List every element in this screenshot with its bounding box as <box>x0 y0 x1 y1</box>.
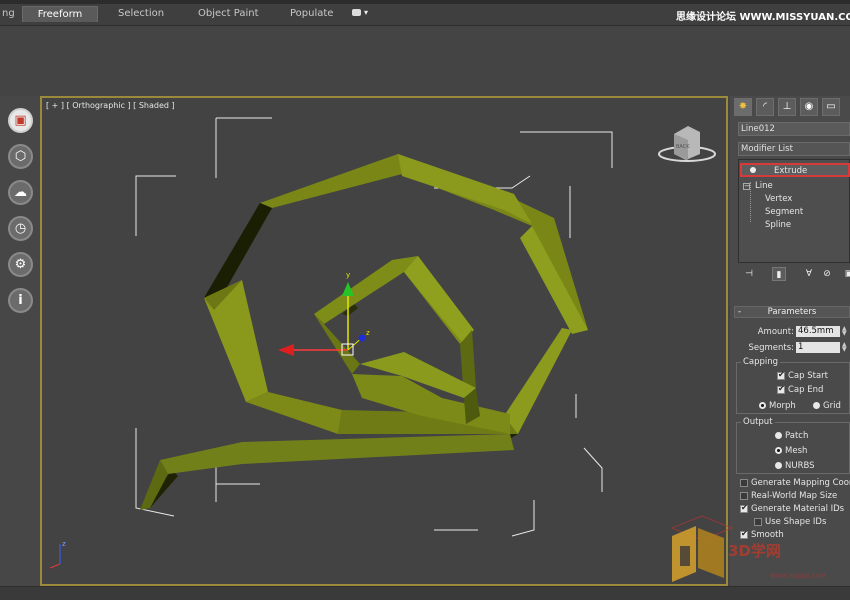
object-name-field[interactable]: Line012 <box>738 122 850 136</box>
brand-url: WWW.3DXUE.COM <box>770 573 826 580</box>
cube-icon[interactable]: ⬡ <box>8 144 33 169</box>
lightbulb-icon[interactable] <box>750 167 756 173</box>
segments-input[interactable]: 1 <box>796 342 840 353</box>
amount-input[interactable]: 46.5mm <box>796 326 840 337</box>
cap-start-checkbox[interactable]: Cap Start <box>777 370 828 381</box>
tab-object-paint[interactable]: Object Paint <box>192 6 265 22</box>
make-unique-icon[interactable]: ∀ <box>802 267 816 281</box>
tripod-z-label: z <box>62 540 66 548</box>
amount-spinner[interactable]: ▲ ▼ <box>842 326 848 337</box>
collapse-icon[interactable]: − <box>743 183 750 190</box>
brand-watermark: 3D学网 WWW.3DXUE.COM <box>666 512 836 584</box>
segments-spinner[interactable]: ▲ ▼ <box>842 342 848 353</box>
tab-freeform[interactable]: Freeform <box>22 6 98 22</box>
configure-sets-icon[interactable]: ▣ <box>842 267 850 281</box>
stack-tree-line <box>750 182 751 222</box>
stack-item-spline[interactable]: Spline <box>765 219 791 231</box>
box-icon[interactable]: ▣ <box>8 108 33 133</box>
show-end-result-icon[interactable]: ▮ <box>772 267 786 281</box>
segments-label: Segments: <box>748 343 794 353</box>
output-group: Output Patch Mesh NURBS <box>736 417 850 474</box>
stack-toolbar: ⊣ ▮ ∀ ⊘ ▣ <box>738 267 850 281</box>
create-tab-icon[interactable]: ✸ <box>734 98 752 116</box>
generate-mapping-checkbox[interactable]: Generate Mapping Coords. <box>740 478 850 488</box>
clock-icon[interactable]: ◷ <box>8 216 33 241</box>
pin-stack-icon[interactable]: ⊣ <box>742 267 756 281</box>
left-toolbar: ▣ ⬡ ☁ ◷ ⚙ i <box>0 96 40 600</box>
axis-tripod: z <box>49 540 66 569</box>
command-panel-tabs: ✸ ◜ ⊥ ◉ ▭ <box>732 98 850 116</box>
segments-row: Segments: 1 ▲ ▼ <box>738 342 850 354</box>
chevron-down-icon: ▾ <box>364 8 369 17</box>
motion-tab-icon[interactable]: ◉ <box>800 98 818 116</box>
parameters-rollout-header[interactable]: - Parameters <box>734 306 850 318</box>
nurbs-radio[interactable]: NURBS <box>775 461 815 471</box>
mesh-radio[interactable]: Mesh <box>775 446 807 456</box>
stack-item-line[interactable]: − Line <box>739 180 773 192</box>
hierarchy-tab-icon[interactable]: ⊥ <box>778 98 796 116</box>
patch-radio[interactable]: Patch <box>775 431 808 441</box>
cloud-icon[interactable]: ☁ <box>8 180 33 205</box>
ribbon-display-dropdown[interactable]: ▾ <box>352 8 368 17</box>
tab-populate[interactable]: Populate <box>284 6 339 22</box>
amount-label: Amount: <box>757 327 794 337</box>
ribbon-panel-area <box>0 27 850 96</box>
stack-item-vertex[interactable]: Vertex <box>765 193 792 205</box>
remove-modifier-icon[interactable]: ⊘ <box>820 267 834 281</box>
display-tab-icon[interactable]: ▭ <box>822 98 840 116</box>
ribbon-top-strip <box>0 0 850 4</box>
display-icon <box>352 9 361 16</box>
real-world-checkbox[interactable]: Real-World Map Size <box>740 491 837 501</box>
grid-radio[interactable]: Grid <box>813 401 841 411</box>
modifier-list-dropdown[interactable]: Modifier List <box>738 142 850 156</box>
viewport-scene: y z BACK z <box>49 117 716 569</box>
brand-text: 3D学网 <box>728 542 781 560</box>
morph-radio[interactable]: Morph <box>759 401 796 411</box>
status-strip <box>0 586 850 600</box>
collapse-icon: - <box>738 307 742 317</box>
viewcube: BACK <box>658 126 716 162</box>
capping-title: Capping <box>741 357 781 367</box>
tab-selection[interactable]: Selection <box>112 6 170 22</box>
amount-row: Amount: 46.5mm ▲ ▼ <box>738 326 850 338</box>
extruded-spiral <box>140 154 588 510</box>
stack-item-extrude[interactable]: Extrude <box>740 163 850 177</box>
output-title: Output <box>741 417 775 427</box>
stack-item-segment[interactable]: Segment <box>765 206 803 218</box>
ribbon: ng Freeform Selection Object Paint Popul… <box>0 0 850 26</box>
capping-group: Capping Cap Start Cap End Morph Grid <box>736 357 850 414</box>
gizmo-z-label: z <box>366 329 370 337</box>
cap-end-checkbox[interactable]: Cap End <box>777 384 823 395</box>
viewcube-label: BACK <box>676 144 690 150</box>
modifier-stack: Extrude − Line Vertex Segment Spline <box>738 159 850 263</box>
info-icon[interactable]: i <box>8 288 33 313</box>
viewport-orthographic[interactable]: [ + ] [ Orthographic ] [ Shaded ] y z BA… <box>40 96 728 586</box>
gizmo-y-label: y <box>346 271 350 279</box>
watermark-text: 思缘设计论坛 WWW.MISSYUAN.COM <box>676 12 850 23</box>
tab-modeling-partial[interactable]: ng <box>0 6 21 22</box>
modify-tab-icon[interactable]: ◜ <box>756 98 774 116</box>
gear-icon[interactable]: ⚙ <box>8 252 33 277</box>
brand-logo: 3D学网 WWW.3DXUE.COM <box>670 515 826 582</box>
